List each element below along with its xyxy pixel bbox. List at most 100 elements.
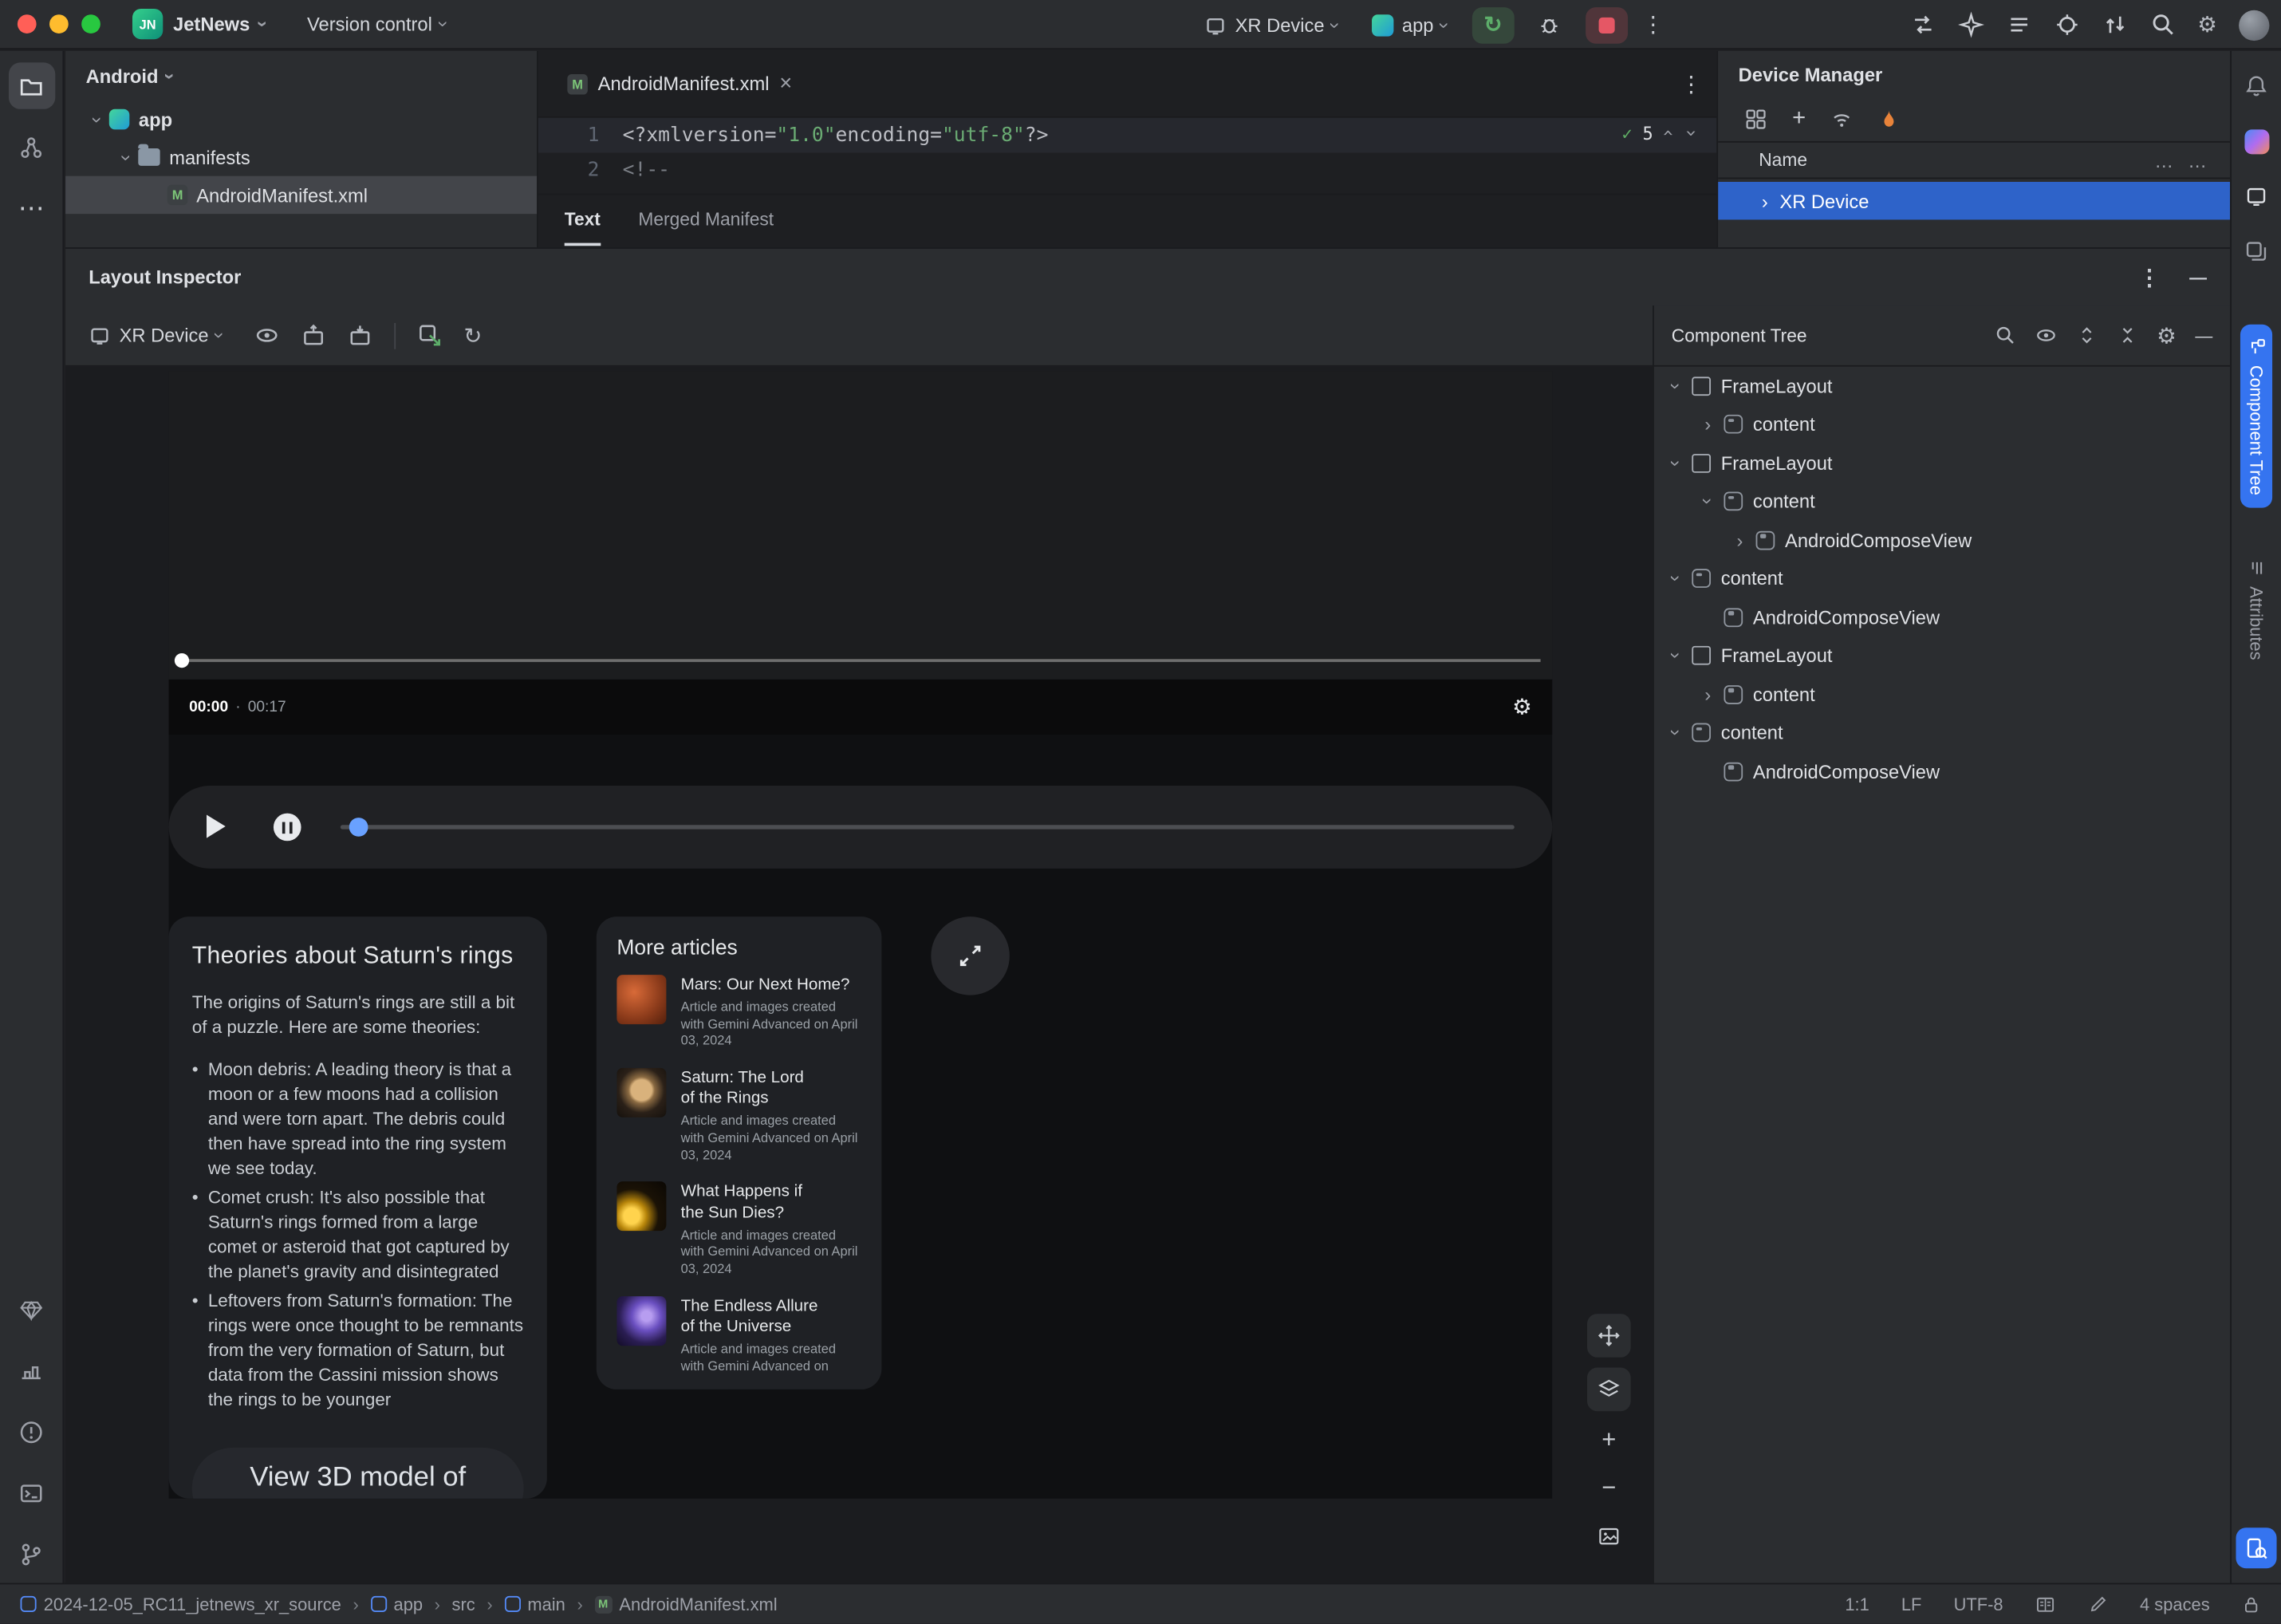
zoom-out-button[interactable] [1590, 1469, 1628, 1507]
tree-node-framelayout[interactable]: FrameLayout [1654, 367, 2230, 405]
device-explorer-button[interactable] [8, 1347, 54, 1393]
search-icon[interactable] [2149, 12, 2176, 38]
caret-position[interactable]: 1:1 [1845, 1594, 1869, 1614]
project-toolwindow-button[interactable] [8, 62, 55, 109]
audio-slider-track[interactable] [340, 825, 1515, 829]
indent-setting[interactable]: 4 spaces [2140, 1594, 2210, 1614]
breadcrumb-item[interactable]: app [370, 1594, 423, 1614]
debug-button[interactable] [1529, 6, 1571, 43]
column-name[interactable]: Name [1759, 150, 1807, 171]
snapshot-icon[interactable] [301, 323, 325, 348]
reader-mode-icon[interactable] [2035, 1594, 2056, 1614]
add-device-icon[interactable] [1792, 106, 1806, 132]
tree-node-androidcomposeview[interactable]: AndroidComposeView [1654, 521, 2230, 559]
search-icon[interactable] [1994, 325, 2015, 346]
device-selector[interactable]: XR Device [1196, 10, 1348, 40]
more-toolwindows-button[interactable] [8, 185, 54, 231]
minimize-icon[interactable] [2195, 325, 2212, 346]
zoom-window-button[interactable] [81, 14, 100, 34]
tab-text[interactable]: Text [564, 195, 601, 246]
chevron-down-icon[interactable] [1695, 491, 1721, 512]
inspector-device-selector[interactable]: XR Device [89, 320, 232, 350]
xr-expand-fab[interactable] [931, 916, 1010, 995]
file-encoding[interactable]: UTF-8 [1954, 1594, 2003, 1614]
more-actions-kebab[interactable] [1642, 12, 1664, 38]
chevron-right-icon[interactable] [1727, 529, 1753, 550]
audio-slider[interactable] [340, 786, 1515, 869]
git-button[interactable] [8, 1531, 54, 1577]
tree-node-content[interactable]: content [1654, 714, 2230, 752]
settings-icon[interactable] [2197, 12, 2217, 38]
chevron-down-icon[interactable] [1663, 644, 1689, 666]
tree-item-androidmanifest[interactable]: M AndroidManifest.xml [65, 175, 538, 215]
minimize-window-button[interactable] [49, 14, 69, 34]
lock-icon[interactable] [2242, 1594, 2261, 1614]
version-control-menu[interactable]: Version control [307, 13, 447, 34]
tab-component-tree[interactable]: Component Tree [2240, 324, 2273, 509]
tree-node-content[interactable]: content [1654, 405, 2230, 443]
chevron-down-icon[interactable] [1663, 722, 1689, 743]
3d-mode-button[interactable] [1586, 1367, 1631, 1412]
project-widget[interactable]: JN JetNews [132, 8, 266, 40]
chevron-right-icon[interactable] [1762, 190, 1768, 211]
editor-options-kebab[interactable] [1680, 70, 1702, 97]
minimize-icon[interactable] [2189, 267, 2207, 288]
breadcrumb-item[interactable]: src [452, 1594, 475, 1614]
tree-node-content[interactable]: content [1654, 483, 2230, 521]
collapse-all-icon[interactable] [2116, 325, 2137, 346]
column-options-icon[interactable]: … [2154, 149, 2173, 171]
tests-icon[interactable] [2054, 12, 2080, 38]
problems-button[interactable] [8, 1409, 54, 1455]
device-manager-button[interactable] [2236, 176, 2276, 217]
play-icon[interactable] [207, 814, 226, 838]
tree-node-androidcomposeview[interactable]: AndroidComposeView [1654, 598, 2230, 637]
layout-inspector-toolwindow-button[interactable] [2236, 1527, 2277, 1569]
export-snapshot-icon[interactable] [348, 323, 372, 348]
breadcrumb-item[interactable]: M AndroidManifest.xml [594, 1594, 778, 1614]
article-item[interactable]: The Endless Allure of the Universe Articl… [617, 1295, 861, 1376]
commit-toolwindow-button[interactable] [8, 124, 54, 170]
notifications-button[interactable] [2236, 65, 2276, 106]
rerun-button[interactable]: ↻ [1471, 6, 1515, 43]
compare-icon[interactable] [1909, 12, 1936, 38]
close-window-button[interactable] [17, 14, 37, 34]
device-row-xr-device[interactable]: XR Device [1718, 182, 2231, 220]
inspector-canvas[interactable]: 00:00 · 00:17 ⚙ Theories about Saturn's … [65, 366, 1654, 1583]
article-item[interactable]: What Happens if the Sun Dies? Article and… [617, 1181, 861, 1279]
tree-item-manifests[interactable]: manifests [65, 138, 537, 175]
todo-list-icon[interactable] [2005, 12, 2031, 38]
group-devices-icon[interactable] [1744, 108, 1767, 131]
build-variants-button[interactable] [8, 1286, 54, 1332]
terminal-button[interactable] [8, 1469, 54, 1516]
breadcrumb-item[interactable]: 2024-12-05_RC11_jetnews_xr_source [20, 1594, 341, 1614]
editor-tab-androidmanifest[interactable]: M AndroidManifest.xml [553, 51, 806, 116]
inspection-widget[interactable]: 5 [1622, 122, 1696, 144]
video-surface[interactable] [169, 371, 1553, 680]
share-icon[interactable] [2102, 12, 2128, 38]
line-separator[interactable]: LF [1901, 1594, 1922, 1614]
chevron-right-icon[interactable] [1695, 413, 1721, 435]
video-player[interactable]: 00:00 · 00:17 [168, 371, 1553, 735]
inlay-hints-icon[interactable] [2087, 1594, 2108, 1614]
view-options-eye-icon[interactable] [254, 323, 279, 348]
chevron-down-icon[interactable] [1663, 568, 1689, 589]
audio-slider-thumb[interactable] [349, 818, 368, 837]
run-config-selector[interactable]: app [1363, 10, 1458, 40]
tab-merged-manifest[interactable]: Merged Manifest [638, 195, 774, 246]
live-updates-icon[interactable] [417, 323, 442, 348]
video-scrubber-thumb[interactable] [174, 652, 190, 668]
view-3d-model-button[interactable]: View 3D model of [191, 1447, 524, 1499]
chevron-right-icon[interactable] [1695, 684, 1721, 705]
breadcrumb-item[interactable]: main [504, 1594, 565, 1614]
project-view-selector[interactable]: Android [65, 51, 537, 101]
gear-icon[interactable] [2157, 322, 2177, 349]
next-problem-icon[interactable] [1685, 122, 1696, 144]
panel-options-kebab[interactable] [2138, 264, 2160, 290]
tree-node-content[interactable]: content [1654, 559, 2230, 597]
prev-problem-icon[interactable] [1663, 122, 1674, 144]
gemini-button[interactable] [2236, 120, 2276, 161]
article-item[interactable]: Saturn: The Lord of the Rings Article and… [617, 1068, 861, 1165]
ai-assistant-icon[interactable] [1957, 11, 1984, 38]
tree-node-content[interactable]: content [1654, 675, 2230, 713]
pair-wifi-icon[interactable] [1830, 108, 1854, 131]
